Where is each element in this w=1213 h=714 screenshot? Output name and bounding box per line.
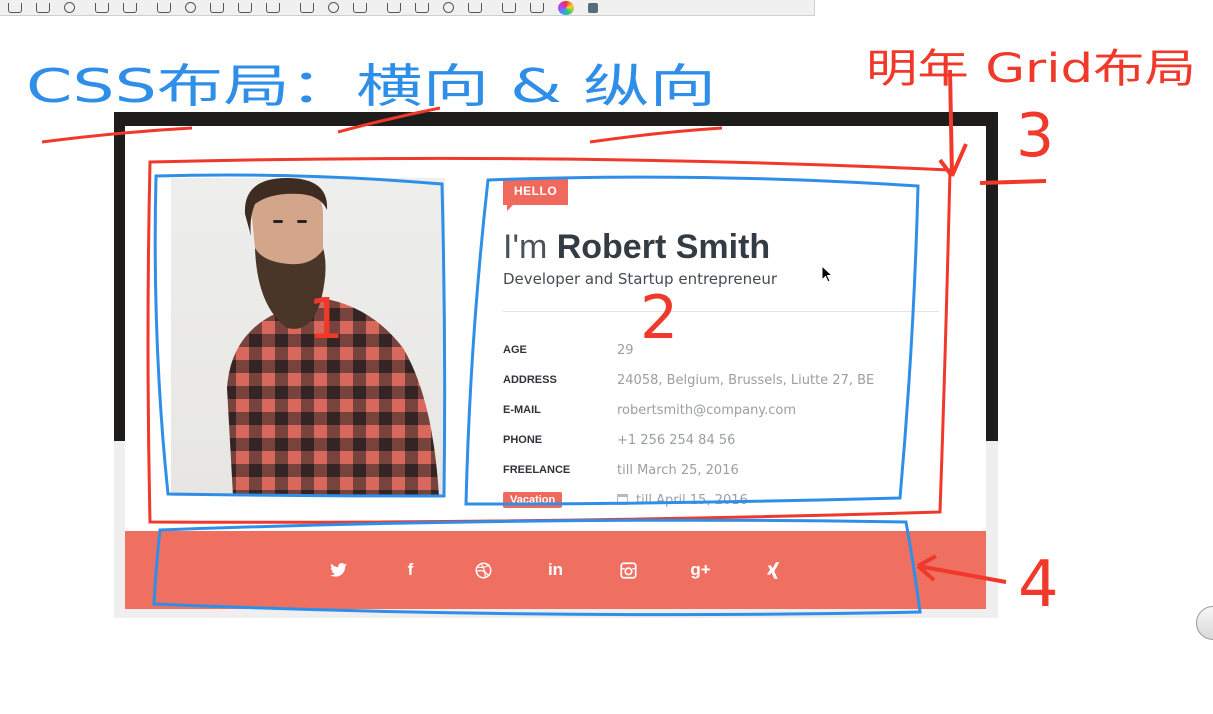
detail-label: AGE [503, 344, 527, 356]
copy-icon[interactable] [502, 2, 516, 13]
detail-value: +1 256 254 84 56 [617, 432, 736, 448]
search-icon[interactable] [64, 2, 75, 13]
detail-value: 29 [617, 342, 634, 358]
dribbble-icon[interactable] [447, 531, 520, 609]
social-links-bar: f in g+ [125, 531, 986, 609]
target-icon[interactable] [185, 2, 196, 13]
detail-value: till March 25, 2016 [617, 462, 739, 478]
detail-label: PHONE [503, 434, 543, 446]
facebook-icon[interactable]: f [374, 531, 447, 609]
profile-name: I'm Robert Smith [503, 228, 770, 267]
twitter-icon[interactable] [302, 531, 375, 609]
detail-value: 24058, Belgium, Brussels, Liutte 27, BE [617, 372, 875, 388]
profile-photo-illustration [227, 178, 439, 496]
undo-icon[interactable] [8, 2, 22, 13]
shape-icon[interactable] [210, 2, 224, 13]
screen: HELLO I'm Robert Smith Developer and Sta… [0, 0, 1213, 714]
profile-role: Developer and Startup entrepreneur [503, 270, 778, 288]
detail-label: ADDRESS [503, 374, 557, 386]
drawing-toolbar [0, 0, 815, 16]
color-picker-icon[interactable] [558, 0, 574, 15]
divider [503, 311, 939, 312]
layout-annotation-text: CSS布局：横向 & 纵向 [26, 59, 716, 113]
stamp-icon[interactable] [328, 2, 339, 13]
grid-icon[interactable] [387, 2, 401, 13]
vacation-value: till April 15, 2016 [617, 493, 748, 508]
grid-annotation-text: 明年 Grid布局 [866, 46, 1196, 92]
highlighter-icon[interactable] [353, 2, 367, 13]
detail-row-address: ADDRESS 24058, Belgium, Brussels, Liutte… [503, 365, 933, 395]
vacation-date: till April 15, 2016 [636, 492, 748, 508]
profile-photo [171, 178, 445, 496]
detail-row-phone: PHONE +1 256 254 84 56 [503, 425, 933, 455]
mouse-cursor-icon [821, 265, 833, 283]
detail-label: FREELANCE [503, 464, 571, 476]
link-icon[interactable] [415, 2, 429, 13]
select-rect-icon[interactable] [95, 2, 109, 13]
layers-icon[interactable] [530, 2, 544, 13]
redo-icon[interactable] [36, 2, 50, 13]
detail-row-email: E-MAIL robertsmith@company.com [503, 395, 933, 425]
crop-icon[interactable] [157, 2, 171, 13]
greeting-text: I'm [503, 228, 548, 266]
detail-row-age: AGE 29 [503, 335, 933, 365]
xing-icon[interactable] [737, 531, 810, 609]
linkedin-icon[interactable]: in [519, 531, 592, 609]
full-name: Robert Smith [556, 228, 771, 266]
email-link[interactable]: robertsmith@company.com [617, 403, 796, 418]
calendar-icon [617, 493, 628, 505]
google-plus-icon[interactable]: g+ [664, 531, 737, 609]
rotate-icon[interactable] [443, 2, 454, 13]
details-list: AGE 29 ADDRESS 24058, Belgium, Brussels,… [503, 335, 933, 515]
eraser-icon[interactable] [300, 2, 314, 13]
detail-row-vacation: Vacation till April 15, 2016 [503, 485, 933, 515]
line-width-icon[interactable] [588, 2, 598, 13]
floating-button[interactable] [1196, 606, 1213, 640]
annotation-number-4: 4 [1018, 548, 1059, 622]
detail-label: E-MAIL [503, 404, 541, 416]
text-tool-icon[interactable] [266, 2, 280, 13]
select-lasso-icon[interactable] [123, 2, 137, 13]
annotation-number-3: 3 [1016, 101, 1054, 171]
vacation-badge: Vacation [503, 492, 563, 508]
export-icon[interactable] [468, 2, 482, 13]
vacation-cell: Vacation [503, 492, 617, 508]
hello-badge: HELLO [503, 178, 569, 211]
detail-row-freelance: FREELANCE till March 25, 2016 [503, 455, 933, 485]
instagram-icon[interactable] [592, 531, 665, 609]
cylinder-icon[interactable] [238, 2, 252, 13]
